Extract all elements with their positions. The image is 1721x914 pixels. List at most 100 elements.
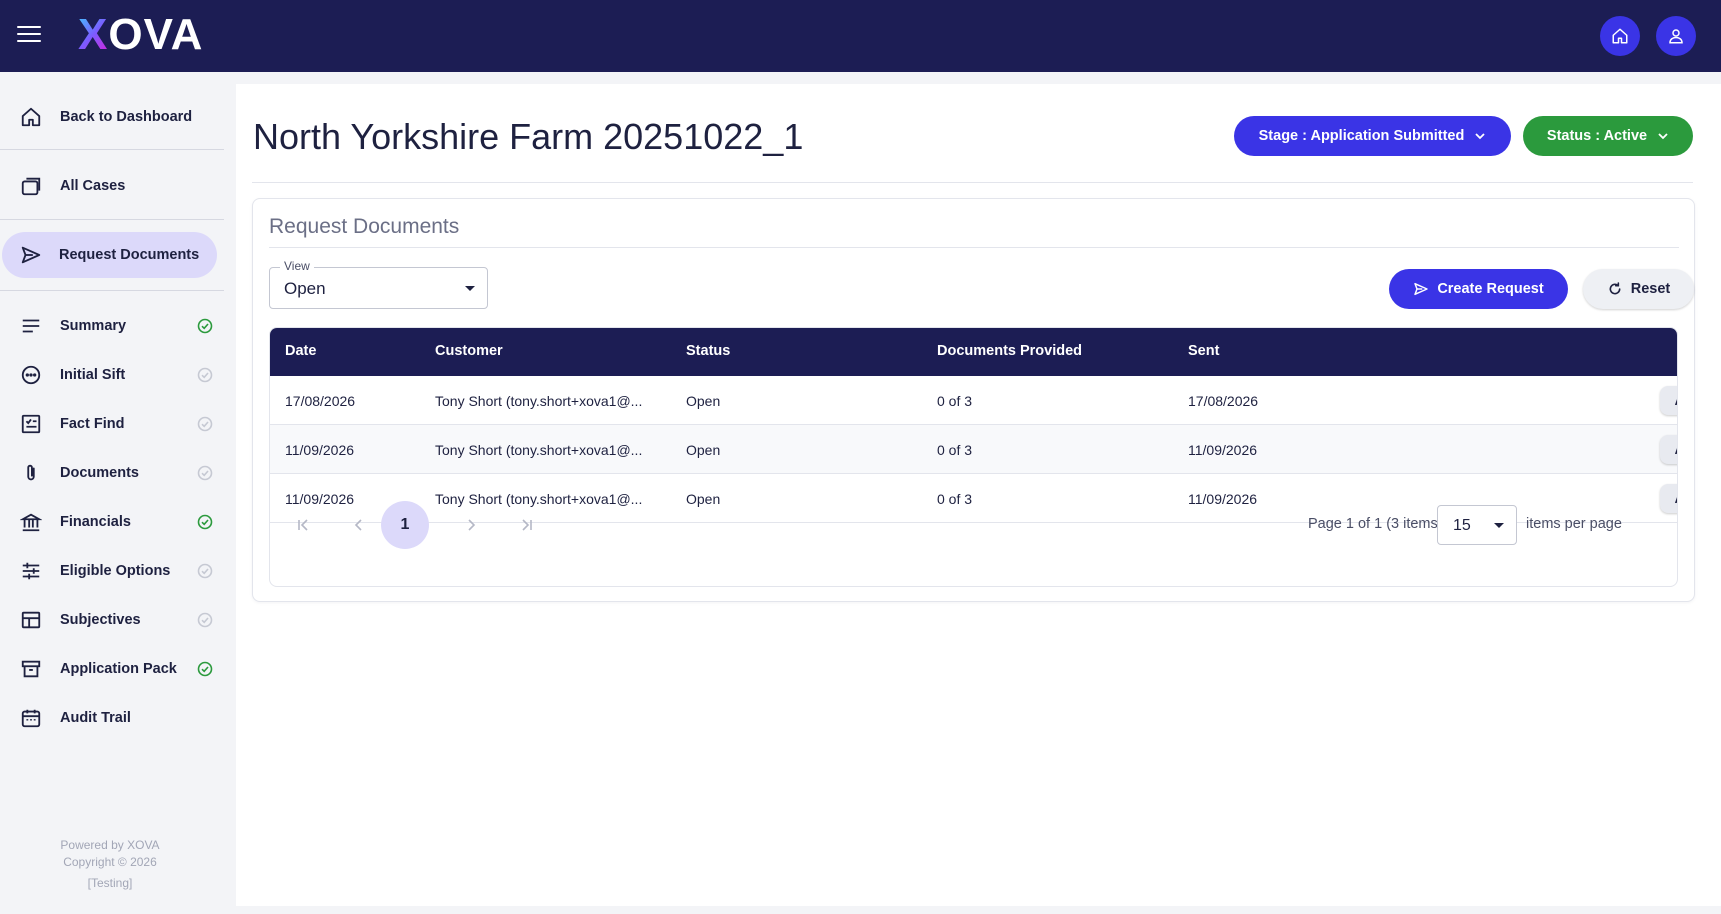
first-page-icon [298, 519, 308, 531]
sidebar-item-all-cases[interactable]: All Cases [0, 162, 224, 210]
create-request-button[interactable]: Create Request [1389, 269, 1568, 309]
actions-split-button: Actions [1660, 435, 1677, 464]
check-circle-icon [197, 318, 213, 334]
caret-down-icon [1494, 523, 1504, 528]
sidebar-item-label: Fact Find [60, 416, 125, 432]
sidebar-divider [0, 219, 224, 220]
view-select[interactable]: View Open [269, 259, 488, 309]
checklist-icon [19, 412, 43, 436]
archive-icon [19, 657, 43, 681]
sidebar-item-label: Subjectives [60, 612, 141, 628]
cell-documents-provided: 0 of 3 [937, 442, 973, 458]
stage-dropdown[interactable]: Stage : Application Submitted [1234, 116, 1511, 156]
column-header-customer[interactable]: Customer [435, 343, 503, 359]
sidebar-item-eligible-options[interactable]: Eligible Options [0, 547, 224, 595]
next-page-button[interactable] [451, 505, 491, 545]
view-select-value: Open [284, 279, 326, 298]
sidebar-item-documents[interactable]: Documents [0, 449, 224, 497]
page-number-button[interactable]: 1 [381, 501, 429, 549]
page-size-select[interactable]: 15 [1437, 505, 1517, 545]
sidebar-item-initial-sift[interactable]: Initial Sift [0, 351, 224, 399]
sidebar-item-label: Eligible Options [60, 563, 171, 579]
profile-button[interactable] [1656, 16, 1696, 56]
pager-info: Page 1 of 1 (3 items) [1308, 516, 1443, 532]
paperclip-icon [19, 461, 43, 485]
sidebar-item-label: Documents [60, 465, 139, 481]
top-bar: XOVA [0, 0, 1721, 72]
stage-label: Stage : Application Submitted [1258, 128, 1465, 144]
cell-status: Open [686, 442, 721, 458]
cell-sent: 11/09/2026 [1188, 442, 1258, 458]
main-content: North Yorkshire Farm 20251022_1 Stage : … [236, 84, 1721, 906]
sidebar-item-label: Audit Trail [60, 710, 131, 726]
sidebar-item-financials[interactable]: Financials [0, 498, 224, 546]
reset-button[interactable]: Reset [1583, 269, 1694, 309]
last-page-button[interactable] [507, 505, 547, 545]
column-header-sent[interactable]: Sent [1188, 343, 1219, 359]
environment-text: [Testing] [87, 876, 133, 890]
sidebar-item-subjectives[interactable]: Subjectives [0, 596, 224, 644]
chevron-left-icon [354, 519, 362, 531]
folders-icon [19, 174, 43, 198]
actions-button[interactable]: Actions [1660, 435, 1677, 464]
sidebar-item-label: Summary [60, 318, 127, 334]
cell-status: Open [686, 491, 721, 507]
sidebar-item-application-pack[interactable]: Application Pack [0, 645, 224, 693]
sidebar-item-back-to-dashboard[interactable]: Back to Dashboard [0, 93, 224, 141]
sidebar-item-summary[interactable]: Summary [0, 302, 224, 350]
last-page-icon [522, 519, 532, 531]
xova-logo[interactable]: XOVA [78, 10, 203, 60]
card-title: Request Documents [269, 215, 460, 238]
sidebar-item-label: Initial Sift [60, 367, 126, 383]
menu-icon[interactable] [17, 26, 41, 46]
sidebar-item-request-documents[interactable]: Request Documents [2, 232, 217, 278]
column-header-status[interactable]: Status [686, 343, 730, 359]
check-circle-icon [197, 465, 213, 481]
previous-page-button[interactable] [339, 505, 379, 545]
sidebar-item-label: All Cases [60, 178, 126, 194]
table-header: Date Customer Status Documents Provided … [270, 328, 1677, 376]
actions-button[interactable]: Actions [1660, 386, 1677, 415]
calendar-icon [19, 706, 43, 730]
cell-documents-provided: 0 of 3 [937, 393, 973, 409]
chevron-down-icon [1658, 133, 1668, 140]
sidebar-item-fact-find[interactable]: Fact Find [0, 400, 224, 448]
page-size-value: 15 [1453, 517, 1471, 534]
user-icon [1669, 29, 1683, 44]
create-request-label: Create Request [1437, 281, 1544, 297]
sidebar-item-label: Application Pack [60, 661, 177, 677]
request-documents-card: Request Documents View Open Create Reque… [252, 198, 1695, 602]
home-button[interactable] [1600, 16, 1640, 56]
column-header-documents-provided[interactable]: Documents Provided [937, 343, 1082, 359]
check-circle-icon [197, 563, 213, 579]
page-title: North Yorkshire Farm 20251022_1 [253, 116, 804, 157]
refresh-icon [1609, 282, 1621, 295]
table-row[interactable]: 17/08/2026 Tony Short (tony.short+xova1@… [270, 376, 1677, 425]
cell-date: 17/08/2026 [285, 393, 356, 409]
home-icon [19, 105, 43, 129]
check-circle-icon [197, 416, 213, 432]
cell-customer: Tony Short (tony.short+xova1@... [435, 393, 643, 409]
status-dropdown[interactable]: Status : Active [1523, 116, 1693, 156]
card-divider [269, 247, 1679, 248]
sidebar-item-audit-trail[interactable]: Audit Trail [0, 694, 224, 742]
check-circle-icon [197, 661, 213, 677]
first-page-button[interactable] [283, 505, 323, 545]
sidebar: Back to Dashboard All Cases Request Docu… [0, 72, 236, 914]
dots-circle-icon [19, 363, 43, 387]
check-circle-icon [197, 514, 213, 530]
column-header-date[interactable]: Date [285, 343, 316, 359]
cell-sent: 17/08/2026 [1188, 393, 1259, 409]
actions-split-button: Actions [1660, 484, 1677, 513]
chevron-down-icon [1475, 133, 1485, 140]
sidebar-item-label: Financials [60, 514, 131, 530]
chevron-right-icon [468, 519, 476, 531]
cell-customer: Tony Short (tony.short+xova1@... [435, 442, 643, 458]
sidebar-item-label: Back to Dashboard [60, 109, 193, 125]
items-per-page-label: items per page [1526, 516, 1622, 532]
actions-button[interactable]: Actions [1660, 484, 1677, 513]
check-circle-icon [197, 367, 213, 383]
caret-down-icon [465, 286, 475, 291]
table-row[interactable]: 11/09/2026 Tony Short (tony.short+xova1@… [270, 425, 1677, 474]
send-icon [1414, 282, 1429, 296]
